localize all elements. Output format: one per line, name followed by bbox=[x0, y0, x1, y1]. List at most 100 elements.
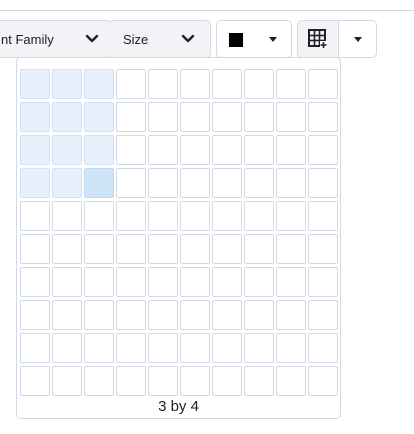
table-grid-cell[interactable] bbox=[180, 267, 210, 297]
table-grid-cell[interactable] bbox=[20, 366, 50, 396]
table-grid-cell[interactable] bbox=[180, 300, 210, 330]
table-grid-cell[interactable] bbox=[308, 102, 338, 132]
table-grid-cell[interactable] bbox=[84, 366, 114, 396]
table-grid-cell[interactable] bbox=[308, 168, 338, 198]
table-grid-cell[interactable] bbox=[20, 267, 50, 297]
table-grid-cell[interactable] bbox=[180, 234, 210, 264]
table-grid-cell[interactable] bbox=[52, 333, 82, 363]
table-grid-cell[interactable] bbox=[148, 267, 178, 297]
table-grid-cell[interactable] bbox=[180, 366, 210, 396]
table-grid-cell[interactable] bbox=[20, 333, 50, 363]
table-grid-cell[interactable] bbox=[308, 135, 338, 165]
table-grid-cell[interactable] bbox=[52, 201, 82, 231]
table-grid-cell[interactable] bbox=[244, 102, 274, 132]
table-grid-cell[interactable] bbox=[20, 300, 50, 330]
table-grid-cell[interactable] bbox=[212, 300, 242, 330]
table-grid-cell[interactable] bbox=[116, 366, 146, 396]
table-grid-cell[interactable] bbox=[116, 135, 146, 165]
table-grid-cell[interactable] bbox=[52, 234, 82, 264]
table-grid-cell[interactable] bbox=[84, 102, 114, 132]
table-grid-cell[interactable] bbox=[116, 333, 146, 363]
table-grid-cell[interactable] bbox=[148, 201, 178, 231]
table-grid-cell[interactable] bbox=[148, 234, 178, 264]
table-grid-cell[interactable] bbox=[116, 168, 146, 198]
table-grid-cell[interactable] bbox=[20, 69, 50, 99]
table-grid-cell[interactable] bbox=[52, 300, 82, 330]
table-grid-cell[interactable] bbox=[180, 333, 210, 363]
table-grid-cell[interactable] bbox=[212, 69, 242, 99]
table-grid-cell[interactable] bbox=[180, 201, 210, 231]
table-grid-cell[interactable] bbox=[276, 267, 306, 297]
table-grid-cell[interactable] bbox=[148, 333, 178, 363]
table-grid-cell[interactable] bbox=[212, 234, 242, 264]
table-grid-cell[interactable] bbox=[84, 168, 114, 198]
table-grid-cell[interactable] bbox=[52, 267, 82, 297]
table-grid-cell[interactable] bbox=[180, 135, 210, 165]
table-grid-cell[interactable] bbox=[84, 300, 114, 330]
table-grid-cell[interactable] bbox=[180, 69, 210, 99]
table-grid-cell[interactable] bbox=[244, 300, 274, 330]
table-grid-cell[interactable] bbox=[244, 201, 274, 231]
table-grid-cell[interactable] bbox=[180, 168, 210, 198]
table-grid-cell[interactable] bbox=[148, 366, 178, 396]
table-grid-cell[interactable] bbox=[116, 102, 146, 132]
table-grid-cell[interactable] bbox=[212, 333, 242, 363]
table-grid-cell[interactable] bbox=[52, 102, 82, 132]
table-grid-cell[interactable] bbox=[244, 168, 274, 198]
table-grid-cell[interactable] bbox=[52, 366, 82, 396]
text-color-button[interactable] bbox=[216, 20, 292, 58]
table-grid-cell[interactable] bbox=[212, 135, 242, 165]
table-grid-cell[interactable] bbox=[244, 135, 274, 165]
table-grid-cell[interactable] bbox=[116, 201, 146, 231]
table-grid-cell[interactable] bbox=[212, 102, 242, 132]
table-grid-cell[interactable] bbox=[148, 102, 178, 132]
table-grid-cell[interactable] bbox=[308, 333, 338, 363]
table-grid-cell[interactable] bbox=[180, 102, 210, 132]
table-button-icon-area[interactable] bbox=[298, 21, 339, 57]
table-grid-cell[interactable] bbox=[52, 69, 82, 99]
table-grid-cell[interactable] bbox=[52, 135, 82, 165]
table-grid-cell[interactable] bbox=[276, 300, 306, 330]
table-grid-cell[interactable] bbox=[84, 267, 114, 297]
table-grid-cell[interactable] bbox=[308, 234, 338, 264]
table-grid-cell[interactable] bbox=[20, 102, 50, 132]
table-grid-cell[interactable] bbox=[244, 69, 274, 99]
table-grid-cell[interactable] bbox=[276, 135, 306, 165]
table-grid-cell[interactable] bbox=[212, 267, 242, 297]
table-grid-cell[interactable] bbox=[276, 366, 306, 396]
table-grid-cell[interactable] bbox=[52, 168, 82, 198]
table-grid-cell[interactable] bbox=[116, 300, 146, 330]
table-grid-cell[interactable] bbox=[84, 135, 114, 165]
table-grid-cell[interactable] bbox=[276, 201, 306, 231]
table-grid-cell[interactable] bbox=[244, 234, 274, 264]
table-grid-cell[interactable] bbox=[276, 168, 306, 198]
table-grid-cell[interactable] bbox=[116, 267, 146, 297]
table-grid-cell[interactable] bbox=[148, 135, 178, 165]
table-grid-cell[interactable] bbox=[276, 333, 306, 363]
table-grid-cell[interactable] bbox=[20, 168, 50, 198]
table-grid-cell[interactable] bbox=[148, 69, 178, 99]
table-grid-cell[interactable] bbox=[308, 201, 338, 231]
font-family-dropdown[interactable]: nt Family bbox=[0, 20, 112, 58]
table-grid-cell[interactable] bbox=[20, 135, 50, 165]
table-grid-cell[interactable] bbox=[308, 267, 338, 297]
table-grid-cell[interactable] bbox=[20, 234, 50, 264]
table-grid[interactable] bbox=[20, 69, 338, 396]
table-grid-cell[interactable] bbox=[276, 102, 306, 132]
table-grid-cell[interactable] bbox=[84, 69, 114, 99]
table-grid-cell[interactable] bbox=[212, 168, 242, 198]
table-grid-cell[interactable] bbox=[116, 69, 146, 99]
table-grid-cell[interactable] bbox=[308, 366, 338, 396]
table-grid-cell[interactable] bbox=[308, 69, 338, 99]
table-grid-cell[interactable] bbox=[20, 201, 50, 231]
table-grid-cell[interactable] bbox=[244, 267, 274, 297]
table-grid-cell[interactable] bbox=[84, 201, 114, 231]
table-grid-cell[interactable] bbox=[212, 201, 242, 231]
table-grid-cell[interactable] bbox=[244, 333, 274, 363]
table-grid-cell[interactable] bbox=[276, 234, 306, 264]
insert-table-button[interactable] bbox=[297, 20, 377, 58]
table-grid-cell[interactable] bbox=[148, 168, 178, 198]
caret-down-icon[interactable] bbox=[354, 37, 362, 42]
table-grid-cell[interactable] bbox=[212, 366, 242, 396]
table-grid-cell[interactable] bbox=[244, 366, 274, 396]
